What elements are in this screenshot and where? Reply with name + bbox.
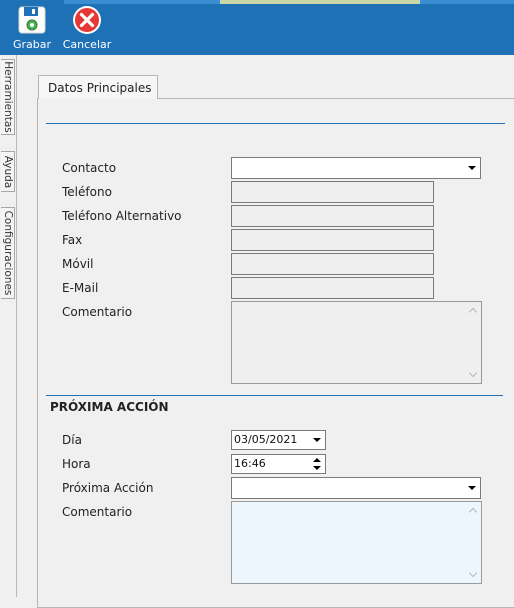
window-tab-strip (420, 0, 514, 4)
section-divider (46, 123, 505, 124)
email-label: E-Mail (62, 281, 99, 295)
contacto-select[interactable] (231, 157, 481, 179)
fax-label: Fax (62, 233, 83, 247)
side-tab-ayuda[interactable]: Ayuda (1, 151, 15, 192)
email-field[interactable] (231, 277, 434, 299)
proxima-comentario-textarea[interactable] (231, 501, 482, 584)
hora-value: 16:46 (234, 457, 266, 470)
chevron-down-icon (468, 166, 476, 170)
toolbar: Grabar Cancelar (0, 0, 514, 55)
proxima-accion-select[interactable] (231, 477, 481, 499)
hora-label: Hora (62, 457, 91, 471)
telefono-label: Teléfono (62, 185, 112, 199)
telefono-alternativo-field[interactable] (231, 205, 434, 227)
movil-label: Móvil (62, 257, 94, 271)
tab-datos-principales[interactable]: Datos Principales (38, 75, 158, 99)
side-tab-label: Configuraciones (1, 210, 14, 296)
spin-down-icon[interactable] (313, 466, 321, 470)
movil-field[interactable] (231, 253, 434, 275)
proxima-comentario-label: Comentario (62, 505, 133, 519)
window-tab-strip (220, 0, 420, 4)
chevron-down-icon (468, 486, 476, 490)
side-tab-configuraciones[interactable]: Configuraciones (1, 207, 15, 299)
side-tab-bar: Herramientas Ayuda Configuraciones (0, 55, 17, 597)
scroll-up-icon[interactable] (468, 307, 478, 317)
telefono-alternativo-label: Teléfono Alternativo (62, 209, 182, 223)
cancel-button[interactable]: Cancelar (62, 4, 112, 54)
hora-time-spinner[interactable]: 16:46 (231, 454, 326, 474)
cancel-x-icon (73, 6, 101, 34)
comentario-label: Comentario (62, 305, 133, 319)
dia-label: Día (62, 433, 82, 447)
dia-date-picker[interactable]: 03/05/2021 (231, 430, 326, 450)
scroll-down-icon[interactable] (468, 368, 478, 378)
scroll-down-icon[interactable] (468, 568, 478, 578)
section-divider (46, 395, 503, 396)
side-tab-herramientas[interactable]: Herramientas (1, 59, 15, 135)
telefono-field[interactable] (231, 181, 434, 203)
scroll-up-icon[interactable] (468, 507, 478, 517)
save-button[interactable]: Grabar (7, 4, 57, 54)
proxima-accion-section-title: PRÓXIMA ACCIÓN (50, 400, 169, 414)
fax-field[interactable] (231, 229, 434, 251)
spin-up-icon[interactable] (313, 458, 321, 462)
cancel-button-label: Cancelar (62, 38, 112, 51)
comentario-textarea[interactable] (231, 301, 482, 384)
dia-value: 03/05/2021 (234, 433, 298, 446)
save-button-label: Grabar (12, 38, 52, 51)
proxima-accion-label: Próxima Acción (62, 481, 154, 495)
contacto-label: Contacto (62, 161, 117, 175)
floppy-disk-icon (18, 6, 46, 34)
side-tab-label: Herramientas (1, 61, 14, 133)
side-tab-label: Ayuda (1, 155, 14, 188)
chevron-down-icon (313, 438, 321, 442)
